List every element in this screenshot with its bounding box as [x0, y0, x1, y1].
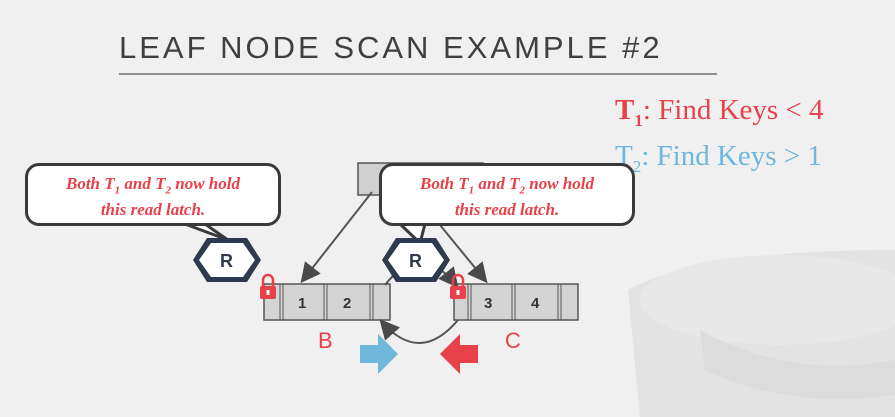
read-latch-left-label: R [220, 251, 233, 271]
callout-right-text-b: and T [474, 174, 520, 193]
callout-left-text-b: and T [120, 174, 166, 193]
node-c-key-3: 3 [484, 295, 492, 312]
callout-left-line2: this read latch. [100, 200, 206, 220]
callout-right-text-a: Both T [420, 174, 469, 193]
callout-right-line2: this read latch. [454, 200, 560, 220]
callout-1-tail [184, 222, 229, 242]
callout-left-text-a: Both T [66, 174, 115, 193]
callout-right: Both T1 and T2 now hold this read latch. [379, 163, 635, 226]
callout-left: Both T1 and T2 now hold this read latch. [25, 163, 281, 226]
node-b-key-1: 1 [298, 295, 306, 312]
node-b: 1 2 [263, 283, 391, 321]
lock-c-icon [450, 273, 466, 299]
t2-direction-arrow-icon [360, 334, 398, 374]
node-c-label: C [505, 328, 521, 353]
node-c-key-4: 4 [531, 295, 540, 312]
callout-right-text-c: now hold [525, 174, 594, 193]
callout-left-text-c: now hold [171, 174, 240, 193]
node-b-key-2: 2 [343, 295, 351, 312]
read-latch-right-icon: R [382, 238, 450, 282]
lock-b-icon [260, 273, 276, 299]
node-c: 3 4 [453, 283, 579, 321]
read-latch-right-label: R [409, 251, 422, 271]
root-to-b-pointer [300, 191, 373, 284]
sibling-pointer-c-to-b [379, 319, 459, 344]
root-to-c-pointer [439, 224, 488, 284]
t1-direction-arrow-icon [440, 334, 478, 374]
read-latch-left-icon: R [193, 238, 261, 282]
node-b-label: B [318, 328, 333, 353]
